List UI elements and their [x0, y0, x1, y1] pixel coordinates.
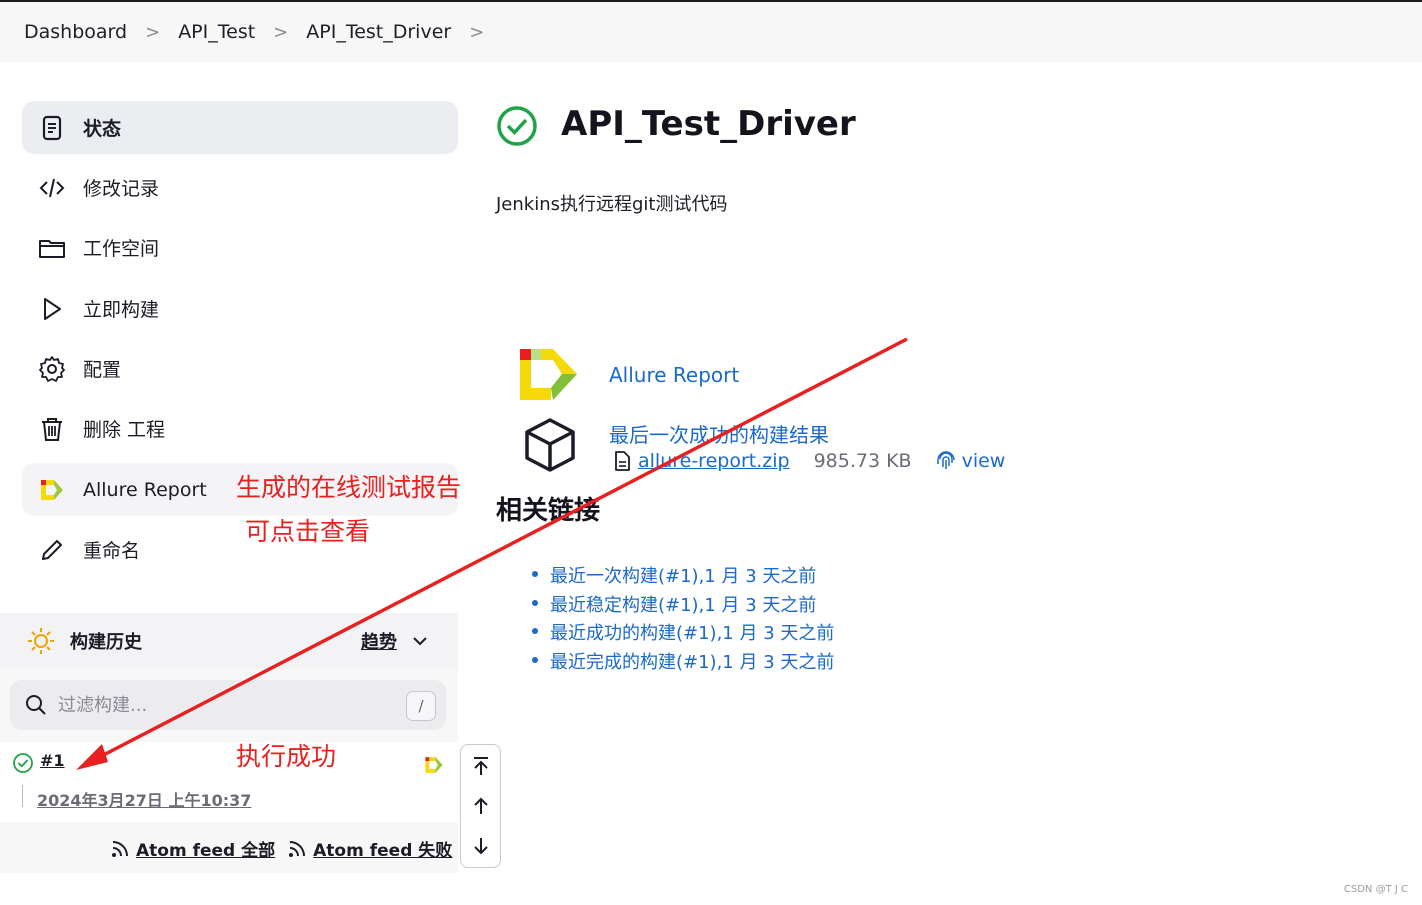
sidebar-item-rename[interactable]: 重命名: [22, 523, 458, 576]
arrow-down-icon: [473, 838, 488, 855]
code-changes-icon: [37, 173, 67, 203]
rss-icon: [287, 839, 307, 859]
atom-feed-label: Atom feed: [136, 841, 242, 861]
sidebar-item-status[interactable]: 状态: [22, 101, 458, 154]
breadcrumb-dashboard[interactable]: Dashboard: [24, 21, 127, 43]
atom-feed-all-link[interactable]: Atom feed 全部: [136, 836, 275, 861]
arrow-up-icon: [473, 797, 488, 814]
breadcrumb-api-test-driver[interactable]: API_Test_Driver: [306, 21, 451, 43]
related-link-last-stable[interactable]: 最近稳定构建(#1),1 月 3 天之前: [531, 591, 834, 620]
sidebar-item-configure[interactable]: 配置: [22, 342, 458, 395]
scroll-down-button[interactable]: [461, 827, 500, 865]
sidebar-item-label: 工作空间: [83, 238, 160, 260]
chevron-right-icon[interactable]: >: [469, 22, 484, 43]
atom-feeds: Atom feed 全部 Atom feed 失败: [110, 836, 452, 861]
sidebar-item-label: 删除 工程: [83, 419, 166, 441]
success-check-icon: [12, 752, 34, 778]
artifact-file-size: 985.73 KB: [813, 450, 912, 472]
build-history-header: 构建历史 趋势: [0, 613, 458, 668]
package-box-icon: [521, 416, 579, 478]
sidebar-item-label: 立即构建: [83, 299, 160, 321]
last-successful-artifacts-link[interactable]: 最后一次成功的构建结果: [609, 419, 829, 448]
scroll-up-button[interactable]: [461, 787, 500, 825]
filter-shortcut-key: /: [406, 691, 436, 721]
success-check-icon: [496, 105, 538, 151]
related-link-last-successful[interactable]: 最近成功的构建(#1),1 月 3 天之前: [531, 619, 834, 648]
build-number-link[interactable]: #1: [40, 751, 65, 770]
atom-feed-label: Atom feed: [313, 841, 419, 861]
annotation-report-line1: 生成的在线测试报告: [236, 473, 462, 502]
chevron-down-icon[interactable]: [410, 631, 430, 655]
sidebar-item-label: Allure Report: [83, 478, 207, 501]
atom-feed-failed-link[interactable]: Atom feed 失败: [313, 836, 452, 861]
sun-icon: [26, 626, 56, 656]
sidebar-item-changes[interactable]: 修改记录: [22, 161, 458, 214]
artifact-file-link[interactable]: allure-report.zip: [638, 450, 790, 472]
related-link-last-build[interactable]: 最近一次构建(#1),1 月 3 天之前: [531, 562, 834, 591]
status-document-icon: [37, 113, 67, 143]
pencil-icon: [37, 535, 67, 565]
trend-link[interactable]: 趋势: [361, 628, 397, 654]
gear-icon: [37, 354, 67, 384]
annotation-success: 执行成功: [236, 742, 337, 771]
related-links-heading: 相关链接: [496, 496, 601, 526]
rss-icon: [110, 839, 130, 859]
related-links-list: 最近一次构建(#1),1 月 3 天之前 最近稳定构建(#1),1 月 3 天之…: [531, 562, 834, 677]
sidebar-item-delete[interactable]: 删除 工程: [22, 402, 458, 455]
build-filter[interactable]: /: [10, 680, 446, 730]
build-filter-input[interactable]: [56, 693, 380, 717]
build-date-link[interactable]: 2024年3月27日 上午10:37: [37, 787, 251, 811]
allure-logo-icon[interactable]: [423, 754, 445, 780]
scroll-controls: [460, 744, 501, 868]
atom-feed-failed-label: 失败: [418, 841, 453, 861]
artifact-row: allure-report.zip 985.73 KB view: [612, 450, 1005, 472]
chevron-right-icon[interactable]: >: [273, 22, 288, 43]
sidebar-item-label: 状态: [83, 118, 122, 140]
sidebar-item-label: 修改记录: [83, 178, 160, 200]
trash-icon: [37, 414, 67, 444]
build-history-title: 构建历史: [70, 631, 142, 653]
watermark: CSDN @T J C: [1343, 884, 1408, 895]
job-description: Jenkins执行远程git测试代码: [496, 194, 728, 215]
allure-logo-icon: [37, 475, 67, 505]
play-icon: [37, 294, 67, 324]
breadcrumb: Dashboard > API_Test > API_Test_Driver >: [0, 0, 1422, 62]
allure-report-link[interactable]: Allure Report: [609, 363, 739, 387]
chevron-right-icon[interactable]: >: [145, 22, 160, 43]
annotation-report-line2: 可点击查看: [245, 517, 371, 546]
atom-feed-all-label: 全部: [241, 841, 276, 861]
file-icon: [612, 450, 632, 472]
related-link-last-completed[interactable]: 最近完成的构建(#1),1 月 3 天之前: [531, 648, 834, 677]
scroll-top-button[interactable]: [461, 747, 500, 785]
arrow-to-top-icon: [473, 757, 488, 775]
page-title: API_Test_Driver: [561, 104, 856, 144]
folder-icon: [37, 233, 67, 263]
view-fingerprint-link[interactable]: view: [962, 450, 1006, 472]
search-icon: [24, 693, 48, 717]
sidebar-item-label: 配置: [83, 359, 122, 381]
breadcrumb-api-test[interactable]: API_Test: [178, 21, 255, 43]
sidebar-item-workspace[interactable]: 工作空间: [22, 221, 458, 274]
allure-logo-icon[interactable]: [517, 346, 579, 408]
build-timeline-bar: [22, 785, 23, 807]
sidebar-item-build-now[interactable]: 立即构建: [22, 282, 458, 335]
fingerprint-icon[interactable]: [936, 451, 956, 471]
sidebar-item-label: 重命名: [83, 540, 141, 562]
